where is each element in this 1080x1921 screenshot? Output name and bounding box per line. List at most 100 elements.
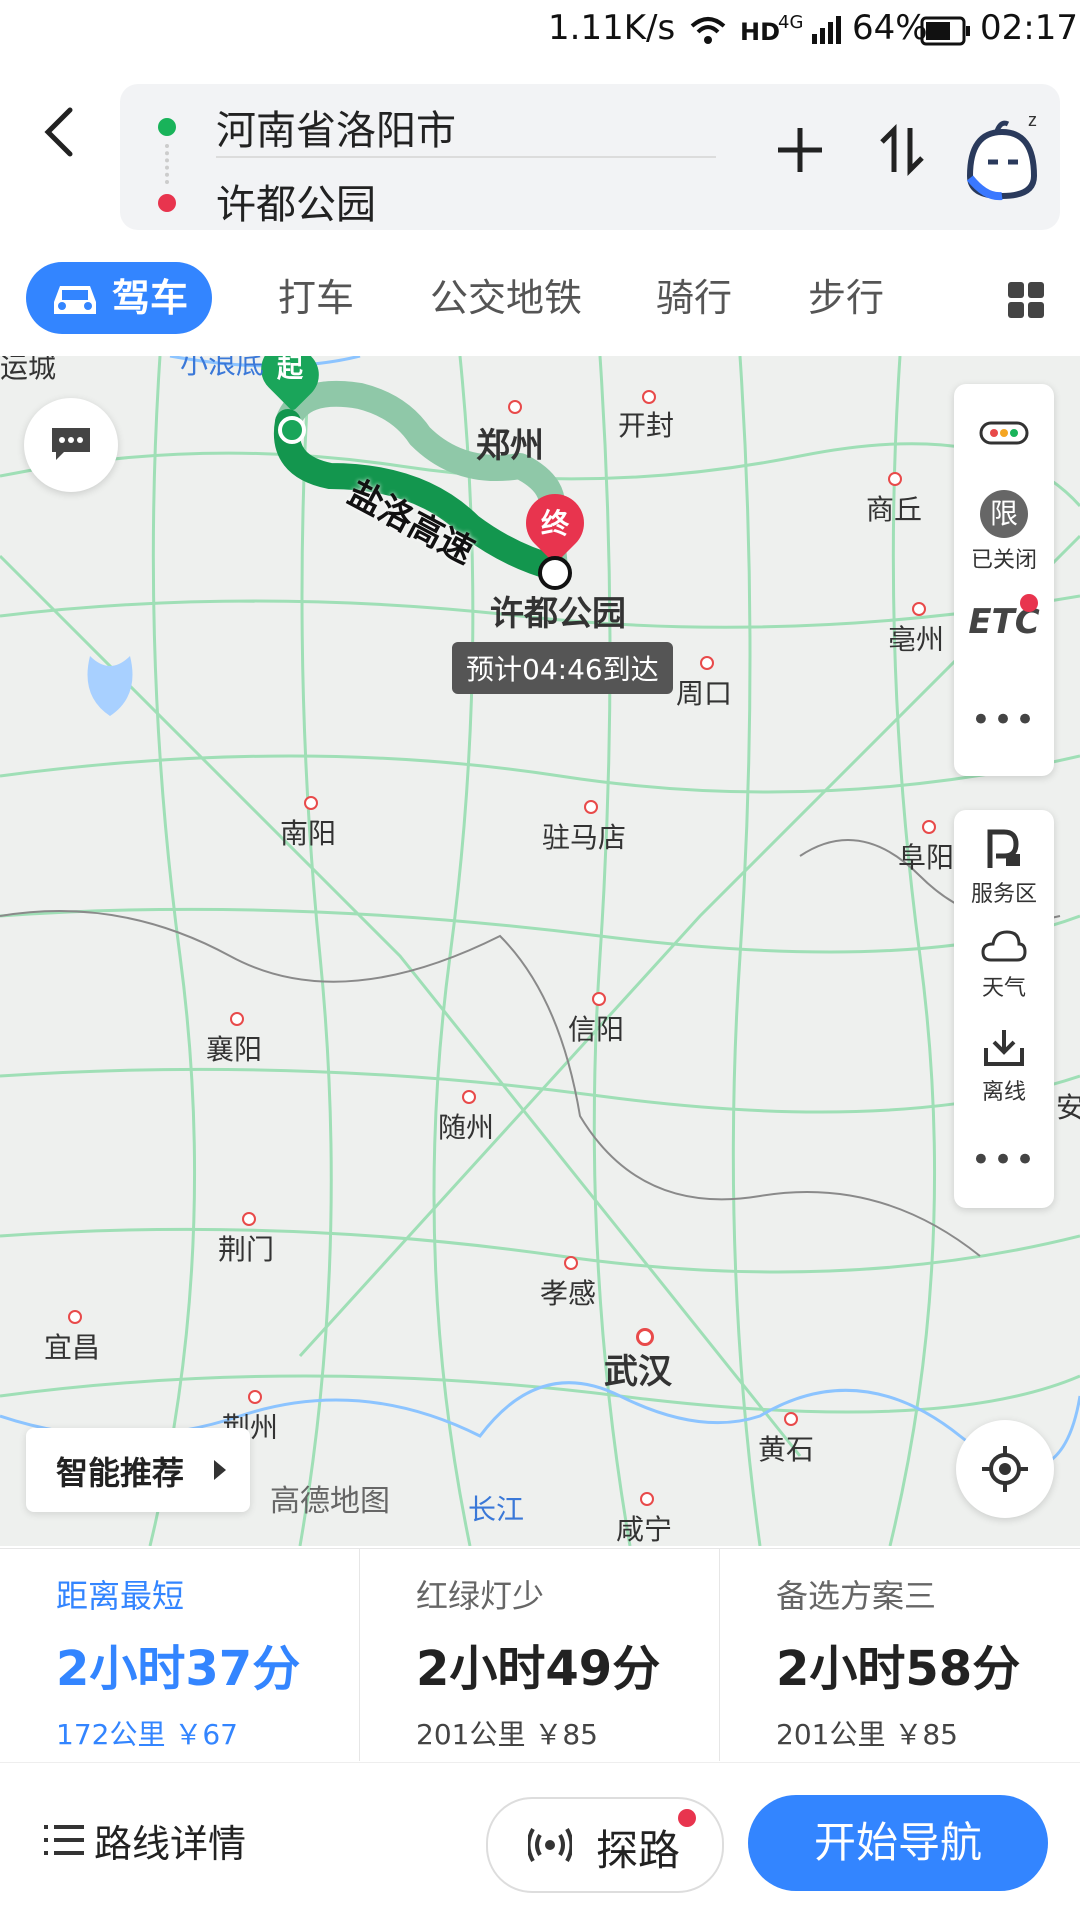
destination-map-label: 许都公园 [490, 594, 626, 634]
city-label: 郑州 [476, 426, 544, 466]
route-input-box: 河南省洛阳市 许都公园 z [120, 84, 1060, 230]
route-detail: 201公里 ￥85 [416, 1718, 598, 1751]
end-marker-label: 终 [540, 507, 569, 540]
more-tools-button[interactable]: ••• [954, 700, 1054, 740]
route-header: 河南省洛阳市 许都公园 z [0, 62, 1080, 242]
city-dot [642, 390, 656, 404]
route-detail: 201公里 ￥85 [776, 1718, 958, 1751]
route-title: 红绿灯少 [416, 1577, 545, 1615]
tab-taxi[interactable]: 打车 [278, 262, 354, 334]
city-dot [640, 1492, 654, 1506]
start-navigation-button[interactable]: 开始导航 [748, 1795, 1048, 1891]
offline-download-icon [984, 1030, 1024, 1066]
city-dot [508, 400, 522, 414]
battery-percent: 64% [852, 8, 928, 48]
city-dot [564, 1256, 578, 1270]
back-arrow-icon[interactable] [40, 102, 80, 162]
traffic-toggle[interactable] [954, 404, 1054, 464]
map-tools-top: 限 已关闭 ETC ••• [954, 384, 1054, 776]
network-type: 4G [778, 12, 804, 33]
city-label: 商丘 [866, 493, 923, 526]
clock: 02:17 [980, 8, 1078, 48]
city-label: 周口 [676, 677, 733, 710]
city-label: 随州 [438, 1111, 495, 1144]
route-duration: 2小时58分 [776, 1641, 1021, 1697]
destination-dot-icon [158, 194, 176, 212]
city-dot [304, 796, 318, 810]
wifi-icon [690, 17, 726, 44]
city-dot [242, 1212, 256, 1226]
message-button[interactable] [24, 398, 118, 492]
city-label: 孝感 [540, 1277, 597, 1310]
city-dot [584, 800, 598, 814]
assistant-avatar-icon[interactable]: z [956, 106, 1046, 206]
city-dot [912, 602, 926, 616]
status-bar: 1.11K/s HD 4G 64% 02:17 [0, 0, 1080, 62]
offline-label: 离线 [981, 1080, 1026, 1105]
tab-drive[interactable]: 驾车 [26, 262, 212, 334]
service-area-label: 服务区 [970, 882, 1037, 907]
destination-field[interactable]: 许都公园 [216, 172, 376, 230]
route-option-shortest[interactable]: 距离最短 2小时37分 172公里 ￥67 [0, 1549, 360, 1761]
service-area-button[interactable]: 服务区 [954, 828, 1054, 908]
more-icon: ••• [970, 1140, 1038, 1180]
map-tools-bottom: 服务区 天气 离线 ••• [954, 810, 1054, 1208]
restriction-label: 已关闭 [970, 548, 1037, 573]
weather-label: 天气 [981, 976, 1026, 1001]
city-dot [230, 1012, 244, 1026]
origin-field[interactable]: 河南省洛阳市 [216, 98, 456, 156]
broadcast-icon [528, 1828, 572, 1862]
route-duration: 2小时49分 [416, 1641, 661, 1697]
more-tools-button[interactable]: ••• [954, 1140, 1054, 1180]
offline-button[interactable]: 离线 [954, 1028, 1054, 1108]
route-detail: 172公里 ￥67 [56, 1718, 238, 1751]
field-divider [216, 156, 716, 158]
city-label: 小浪底 [180, 356, 265, 380]
route-duration: 2小时37分 [56, 1641, 301, 1697]
swap-route-icon[interactable] [872, 120, 932, 180]
map-view[interactable]: 起 盐洛高速 终 许都公园 预计04:46到达 运城 小浪底 郑州 开封 商丘 … [0, 356, 1080, 1546]
weather-button[interactable]: 天气 [954, 928, 1054, 1008]
city-label: 安 [1056, 1091, 1080, 1124]
tab-transit[interactable]: 公交地铁 [430, 262, 582, 334]
route-options: 距离最短 2小时37分 172公里 ￥67 红绿灯少 2小时49分 201公里 … [0, 1548, 1080, 1761]
tab-walking[interactable]: 步行 [808, 262, 884, 334]
etc-button[interactable]: ETC [954, 594, 1054, 662]
more-grid-icon[interactable] [1008, 282, 1046, 320]
restriction-icon: 限 [980, 490, 1028, 538]
map-watermark: 高德地图 [270, 1484, 390, 1519]
explore-button[interactable]: 探路 [486, 1797, 724, 1893]
city-label: 襄阳 [206, 1033, 263, 1066]
city-dot [592, 992, 606, 1006]
locate-button[interactable] [956, 1420, 1054, 1518]
route-option-alternative-three[interactable]: 备选方案三 2小时58分 201公里 ￥85 [720, 1549, 1080, 1761]
city-dot [248, 1390, 262, 1404]
tab-cycling[interactable]: 骑行 [656, 262, 732, 334]
play-right-icon [214, 1460, 226, 1480]
chat-bubble-icon [52, 428, 90, 460]
city-label: 阜阳 [898, 841, 955, 874]
city-label: 信阳 [568, 1013, 625, 1046]
more-icon: ••• [970, 700, 1038, 740]
city-label: 宜昌 [44, 1331, 101, 1364]
city-label: 南阳 [280, 817, 337, 850]
city-label: 咸宁 [616, 1513, 673, 1546]
origin-dot-icon [158, 118, 176, 136]
river-label: 长江 [468, 1493, 525, 1526]
city-dot [922, 820, 936, 834]
city-label: 亳州 [888, 623, 945, 656]
route-details-label: 路线详情 [94, 1822, 247, 1866]
city-label: 黄石 [758, 1433, 815, 1466]
restriction-button[interactable]: 限 已关闭 [954, 490, 1054, 573]
notification-dot [1020, 594, 1038, 612]
battery-icon [920, 16, 970, 46]
add-waypoint-icon[interactable] [770, 120, 830, 180]
end-point-icon [538, 556, 572, 590]
city-dot [68, 1310, 82, 1324]
smart-recommend-button[interactable]: 智能推荐 [26, 1428, 250, 1512]
route-option-fewer-lights[interactable]: 红绿灯少 2小时49分 201公里 ￥85 [360, 1549, 720, 1761]
city-dot [700, 656, 714, 670]
route-title: 距离最短 [56, 1577, 185, 1615]
weather-icon [981, 930, 1027, 962]
city-dot [784, 1412, 798, 1426]
